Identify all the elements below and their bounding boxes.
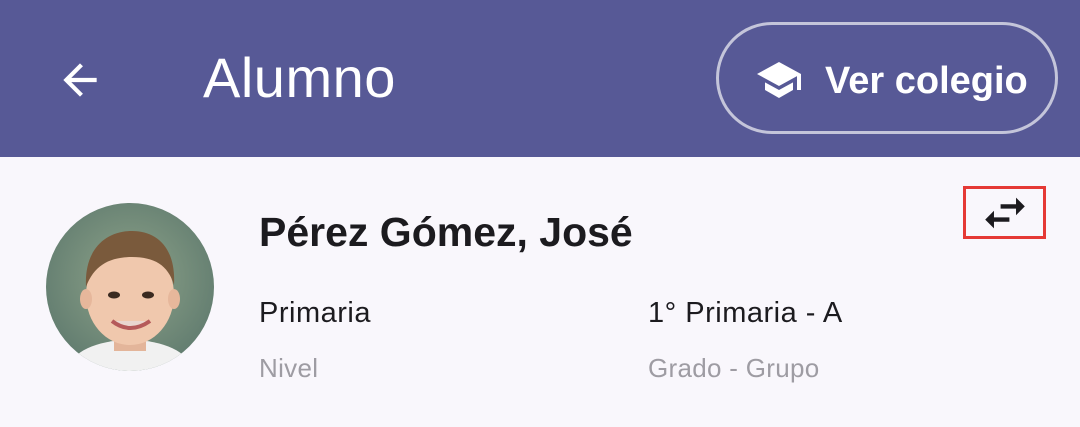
grade-group-value: 1° Primaria - A	[648, 297, 843, 329]
app-bar: Alumno Ver colegio	[0, 0, 1080, 157]
switch-student-button[interactable]	[963, 186, 1046, 239]
grade-group-caption: Grado - Grupo	[648, 353, 820, 383]
avatar	[46, 203, 214, 371]
student-photo	[46, 203, 214, 371]
school-cap-icon	[757, 62, 801, 98]
view-school-label: Ver colegio	[825, 60, 1028, 102]
arrow-back-icon	[63, 63, 97, 97]
swap-horiz-icon	[984, 197, 1025, 228]
view-school-button[interactable]: Ver colegio	[716, 22, 1058, 134]
student-card: Pérez Gómez, José Primaria Nivel 1° Prim…	[0, 157, 1080, 427]
student-name: Pérez Gómez, José	[259, 209, 633, 255]
level-value: Primaria	[259, 297, 371, 329]
level-caption: Nivel	[259, 353, 319, 383]
back-button[interactable]	[40, 40, 120, 120]
page-title: Alumno	[203, 46, 396, 109]
